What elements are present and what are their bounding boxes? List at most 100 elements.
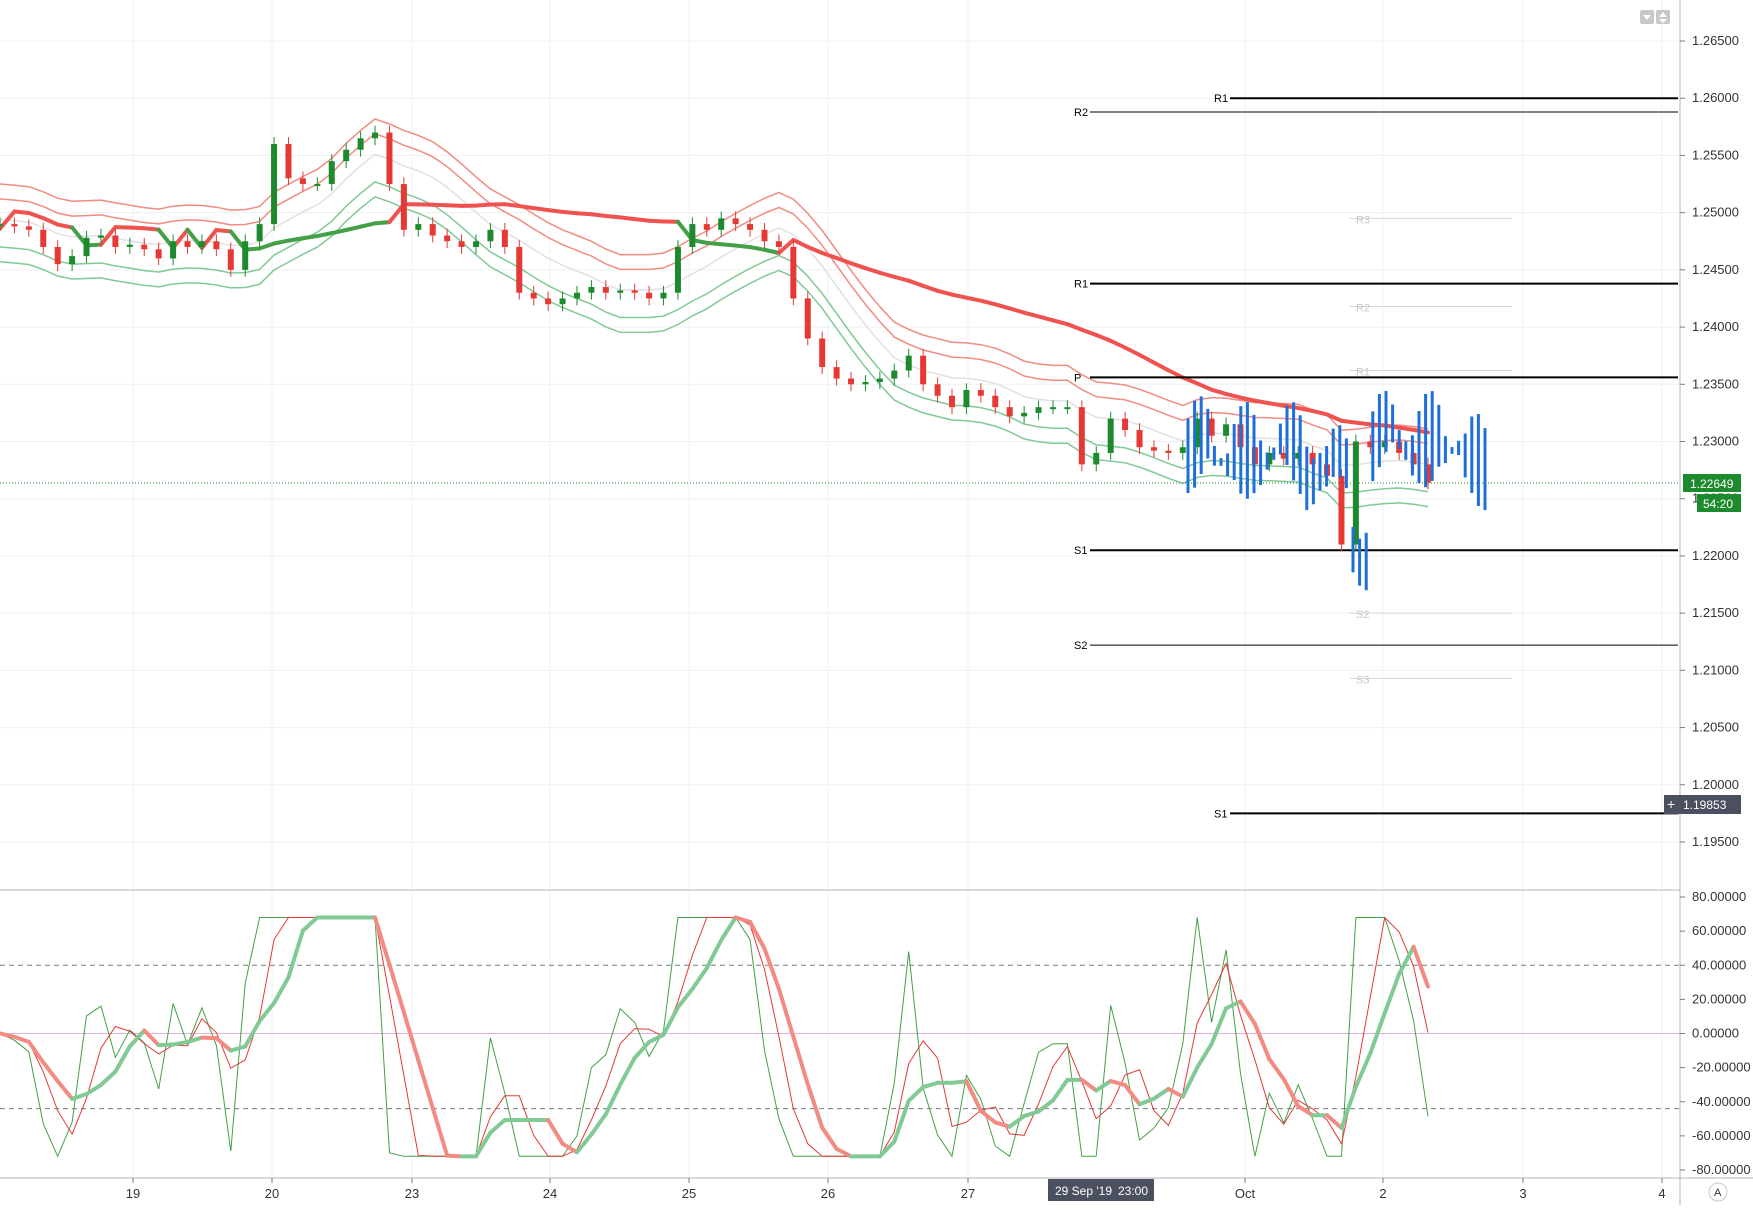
- candle-body: [819, 339, 825, 368]
- candle-body: [98, 236, 104, 238]
- osc-tick-label: 80.00000: [1692, 889, 1746, 904]
- time-tick-label: 25: [682, 1186, 696, 1201]
- osc-main-segment: [447, 1156, 461, 1157]
- long-moving-average-segment: [736, 246, 750, 248]
- price-tick-label: 1.25500: [1692, 147, 1739, 162]
- candle-body: [127, 245, 133, 247]
- faint-pivot-label: S3: [1356, 674, 1369, 686]
- long-moving-average-segment: [577, 213, 591, 214]
- candle-body: [978, 390, 984, 396]
- long-moving-average-segment: [750, 247, 764, 250]
- candle-body: [257, 224, 263, 241]
- candle-body: [603, 287, 609, 293]
- price-tick-label: 1.20000: [1692, 777, 1739, 792]
- osc-tick-label: 40.00000: [1692, 957, 1746, 972]
- candle-body: [632, 290, 638, 292]
- long-moving-average-segment: [216, 230, 230, 232]
- candle-body: [358, 138, 364, 149]
- long-moving-average-segment: [1341, 421, 1355, 423]
- candle-body: [329, 161, 335, 184]
- long-moving-average-segment: [534, 208, 548, 210]
- price-tick-label: 1.21500: [1692, 605, 1739, 620]
- osc-tick-label: -80.00000: [1692, 1162, 1751, 1177]
- candle-body: [444, 236, 450, 242]
- long-moving-average-segment: [447, 205, 461, 206]
- crosshair-price-value: 1.19853: [1683, 798, 1727, 812]
- time-tick-label: 20: [265, 1186, 279, 1201]
- osc-tick-label: 20.00000: [1692, 991, 1746, 1006]
- long-moving-average-segment: [375, 222, 389, 223]
- candle-body: [733, 218, 739, 224]
- candle-body: [228, 249, 234, 270]
- candle-body: [531, 293, 537, 299]
- candle-body: [1137, 430, 1143, 447]
- candle-body: [141, 245, 147, 250]
- price-tick-label: 1.26500: [1692, 33, 1739, 48]
- candle-body: [271, 144, 277, 224]
- candle-body: [1007, 407, 1013, 416]
- candle-body: [40, 230, 46, 247]
- last-price-value: 1.22649: [1690, 477, 1734, 491]
- long-moving-average-segment: [1255, 401, 1269, 403]
- candle-body: [891, 371, 897, 379]
- osc-tick-label: -40.00000: [1692, 1094, 1751, 1109]
- long-moving-average-segment: [288, 238, 302, 240]
- chart-svg[interactable]: R1R2R1PS1S2S1R3R2R1S2S3 1.265001.260001.…: [0, 0, 1753, 1205]
- price-tick-label: 1.24500: [1692, 262, 1739, 277]
- chart-background: [0, 0, 1753, 1205]
- candle-body: [1209, 419, 1215, 436]
- candle-body: [790, 247, 796, 298]
- price-tick-label: 1.23500: [1692, 376, 1739, 391]
- candle-body: [1180, 447, 1186, 453]
- candle-body: [935, 384, 941, 395]
- price-tick-label: 1.25000: [1692, 205, 1739, 220]
- candle-body: [415, 224, 421, 230]
- candle-body: [300, 178, 306, 184]
- candle-body: [11, 224, 17, 226]
- candle-body: [862, 382, 868, 384]
- long-moving-average-segment: [303, 236, 317, 238]
- osc-main-segment: [159, 1045, 173, 1046]
- candle-body: [877, 379, 883, 382]
- candle-body: [920, 356, 926, 385]
- candle-body: [1050, 407, 1056, 409]
- candle-body: [1122, 419, 1128, 430]
- crosshair-plus-icon: +: [1667, 796, 1675, 812]
- long-moving-average-segment: [1356, 423, 1370, 425]
- osc-tick-label: -20.00000: [1692, 1060, 1751, 1075]
- long-moving-average-segment: [1298, 408, 1312, 411]
- price-tick-label: 1.19500: [1692, 834, 1739, 849]
- price-tick-label: 1.26000: [1692, 90, 1739, 105]
- candle-body: [718, 218, 724, 229]
- candle-body: [574, 293, 580, 299]
- candle-body: [1165, 451, 1171, 453]
- candle-body: [502, 230, 508, 247]
- long-moving-average-segment: [505, 204, 519, 206]
- faint-pivot-label: S2: [1356, 609, 1369, 621]
- chart-window: R1R2R1PS1S2S1R3R2R1S2S3 1.265001.260001.…: [0, 0, 1753, 1205]
- candle-body: [1151, 447, 1157, 450]
- candle-body: [646, 293, 652, 299]
- candle-body: [848, 379, 854, 385]
- candle-body: [747, 224, 753, 230]
- long-moving-average-segment: [606, 216, 620, 217]
- long-moving-average-segment: [1399, 428, 1413, 430]
- pivot-label: P: [1074, 372, 1081, 384]
- price-tick-label: 1.20500: [1692, 720, 1739, 735]
- candle-body: [689, 224, 695, 247]
- candle-body: [213, 241, 219, 249]
- long-moving-average-segment: [620, 217, 634, 219]
- time-tick-label: 3: [1519, 1186, 1526, 1201]
- candle-body: [487, 230, 493, 241]
- time-tick-label: 26: [821, 1186, 835, 1201]
- pivot-label: R2: [1074, 107, 1088, 119]
- pivot-label: R1: [1074, 279, 1088, 291]
- candle-body: [906, 356, 912, 371]
- crosshair-date: 29 Sep '19: [1055, 1184, 1112, 1198]
- candle-body: [55, 247, 61, 264]
- long-moving-average-segment: [130, 228, 144, 229]
- candle-body: [430, 224, 436, 235]
- candle-body: [285, 144, 291, 178]
- long-moving-average-segment: [635, 219, 649, 221]
- candle-body: [401, 184, 407, 230]
